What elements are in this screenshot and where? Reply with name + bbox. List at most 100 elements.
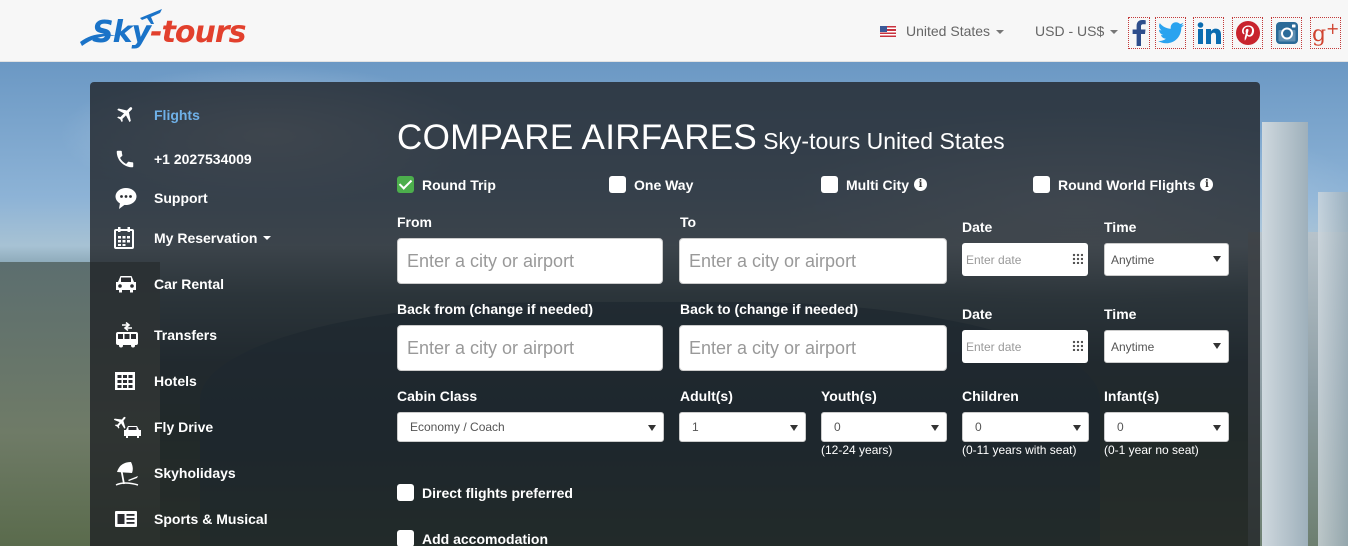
back-from-label: Back from (change if needed) [397, 301, 594, 317]
add-accomodation-checkbox[interactable] [397, 530, 414, 546]
return-date-label: Date [962, 306, 993, 322]
round-trip-option[interactable]: Round Trip [397, 176, 496, 193]
dropdown-caret-icon [1213, 425, 1221, 431]
add-accomodation-option[interactable]: Add accomodation [397, 530, 548, 546]
google-plus-icon[interactable]: g + [1310, 17, 1341, 49]
sidebar-item-phone[interactable]: +1 2027534009 [114, 146, 252, 172]
top-header: Sky-tours United States USD - US$ g + [0, 0, 1348, 62]
cabin-value: Economy / Coach [410, 420, 505, 434]
sidebar-item-my-reservation[interactable]: My Reservation [114, 225, 272, 251]
car-icon [114, 274, 154, 294]
twitter-icon[interactable] [1155, 17, 1186, 49]
one-way-option[interactable]: One Way [609, 176, 693, 193]
sidebar-item-fly-drive[interactable]: Fly Drive [114, 414, 213, 440]
sidebar-item-label: +1 2027534009 [154, 151, 252, 167]
sidebar-item-label: Flights [154, 107, 200, 123]
round-world-label: Round World Flights [1058, 176, 1196, 193]
date-placeholder: Enter date [966, 339, 1022, 354]
multi-city-label: Multi City [846, 176, 909, 193]
sidebar-item-skyholidays[interactable]: Skyholidays [114, 460, 236, 486]
chat-icon [114, 186, 154, 210]
svg-text:+: + [1326, 20, 1339, 38]
return-time-select[interactable]: Anytime [1104, 330, 1229, 363]
pinterest-icon[interactable] [1232, 17, 1263, 49]
sky-tours-logo[interactable]: Sky-tours [78, 6, 268, 56]
calendar-icon [114, 227, 154, 249]
departure-date-input[interactable]: Enter date [962, 243, 1088, 276]
date-placeholder: Enter date [966, 252, 1022, 267]
svg-text:g: g [1312, 22, 1326, 46]
time-label: Time [1104, 219, 1137, 235]
date-label: Date [962, 219, 993, 235]
multi-city-option[interactable]: Multi City i [821, 176, 927, 193]
return-date-input[interactable]: Enter date [962, 330, 1088, 363]
sidebar-item-label: Fly Drive [154, 419, 214, 435]
phone-icon [114, 148, 154, 170]
page-title: COMPARE AIRFARES Sky-tours United States [397, 118, 1005, 158]
linkedin-icon[interactable] [1193, 17, 1224, 49]
dropdown-caret-icon [790, 425, 798, 431]
infants-value: 0 [1117, 420, 1124, 434]
sidebar-item-label: Hotels [154, 373, 197, 389]
multi-city-checkbox[interactable] [821, 176, 838, 193]
title-sub: Sky-tours United States [763, 128, 1005, 154]
infants-select[interactable]: 0 [1104, 412, 1229, 442]
cabin-class-select[interactable]: Economy / Coach [397, 412, 664, 442]
return-time-label: Time [1104, 306, 1137, 322]
to-label: To [680, 214, 697, 230]
sidebar-item-label: Sports & Musical [154, 511, 268, 527]
departure-time-select[interactable]: Anytime [1104, 243, 1229, 276]
back-to-input[interactable]: Enter a city or airport [679, 325, 947, 371]
direct-flights-option[interactable]: Direct flights preferred [397, 484, 573, 501]
hotel-icon [114, 371, 154, 391]
sidebar-item-flights[interactable]: Flights [114, 102, 200, 128]
children-label: Children [962, 388, 1019, 404]
country-selector[interactable]: United States [880, 23, 1005, 39]
one-way-checkbox[interactable] [609, 176, 626, 193]
facebook-icon[interactable] [1128, 17, 1150, 49]
chevron-down-icon [996, 30, 1005, 35]
sidebar-item-support[interactable]: Support [114, 185, 208, 211]
youths-label: Youth(s) [821, 388, 877, 404]
bus-icon [114, 322, 154, 348]
round-world-option[interactable]: Round World Flights i [1033, 176, 1214, 193]
dropdown-caret-icon [931, 425, 939, 431]
info-icon[interactable]: i [1200, 178, 1214, 191]
logo-text-tours: -tours [150, 15, 246, 50]
adults-select[interactable]: 1 [679, 412, 806, 442]
infants-label: Infant(s) [1104, 388, 1160, 404]
beach-umbrella-icon [114, 460, 154, 486]
instagram-icon[interactable] [1271, 17, 1302, 49]
us-flag-icon [880, 26, 896, 37]
time-value: Anytime [1111, 339, 1155, 354]
dropdown-caret-icon [1213, 343, 1221, 349]
ticket-icon [114, 509, 154, 529]
logo-text-sky: Sky [92, 15, 151, 50]
info-icon[interactable]: i [914, 178, 927, 191]
sidebar-item-car-rental[interactable]: Car Rental [114, 271, 224, 297]
sidebar-item-hotels[interactable]: Hotels [114, 368, 197, 394]
add-accomodation-label: Add accomodation [422, 530, 549, 546]
round-world-checkbox[interactable] [1033, 176, 1050, 193]
calendar-grid-icon[interactable] [1072, 253, 1083, 264]
title-main: COMPARE AIRFARES [397, 118, 758, 157]
children-value: 0 [975, 420, 982, 434]
from-input[interactable]: Enter a city or airport [397, 238, 663, 284]
sidebar-item-sports-musical[interactable]: Sports & Musical [114, 506, 268, 532]
sidebar-item-label: Support [154, 190, 208, 206]
adults-value: 1 [692, 420, 699, 434]
youths-value: 0 [834, 420, 841, 434]
back-from-input[interactable]: Enter a city or airport [397, 325, 663, 371]
currency-selector[interactable]: USD - US$ [1035, 23, 1119, 39]
direct-flights-checkbox[interactable] [397, 484, 414, 501]
to-input[interactable]: Enter a city or airport [679, 238, 947, 284]
time-value: Anytime [1111, 252, 1155, 267]
sidebar-item-transfers[interactable]: Transfers [114, 322, 217, 348]
round-trip-checkbox[interactable] [397, 176, 414, 193]
youths-select[interactable]: 0 [821, 412, 947, 442]
country-label: United States [906, 23, 991, 39]
plane-icon [114, 104, 154, 126]
calendar-grid-icon[interactable] [1072, 340, 1083, 351]
sidebar-item-label: My Reservation [154, 230, 258, 246]
children-select[interactable]: 0 [962, 412, 1089, 442]
